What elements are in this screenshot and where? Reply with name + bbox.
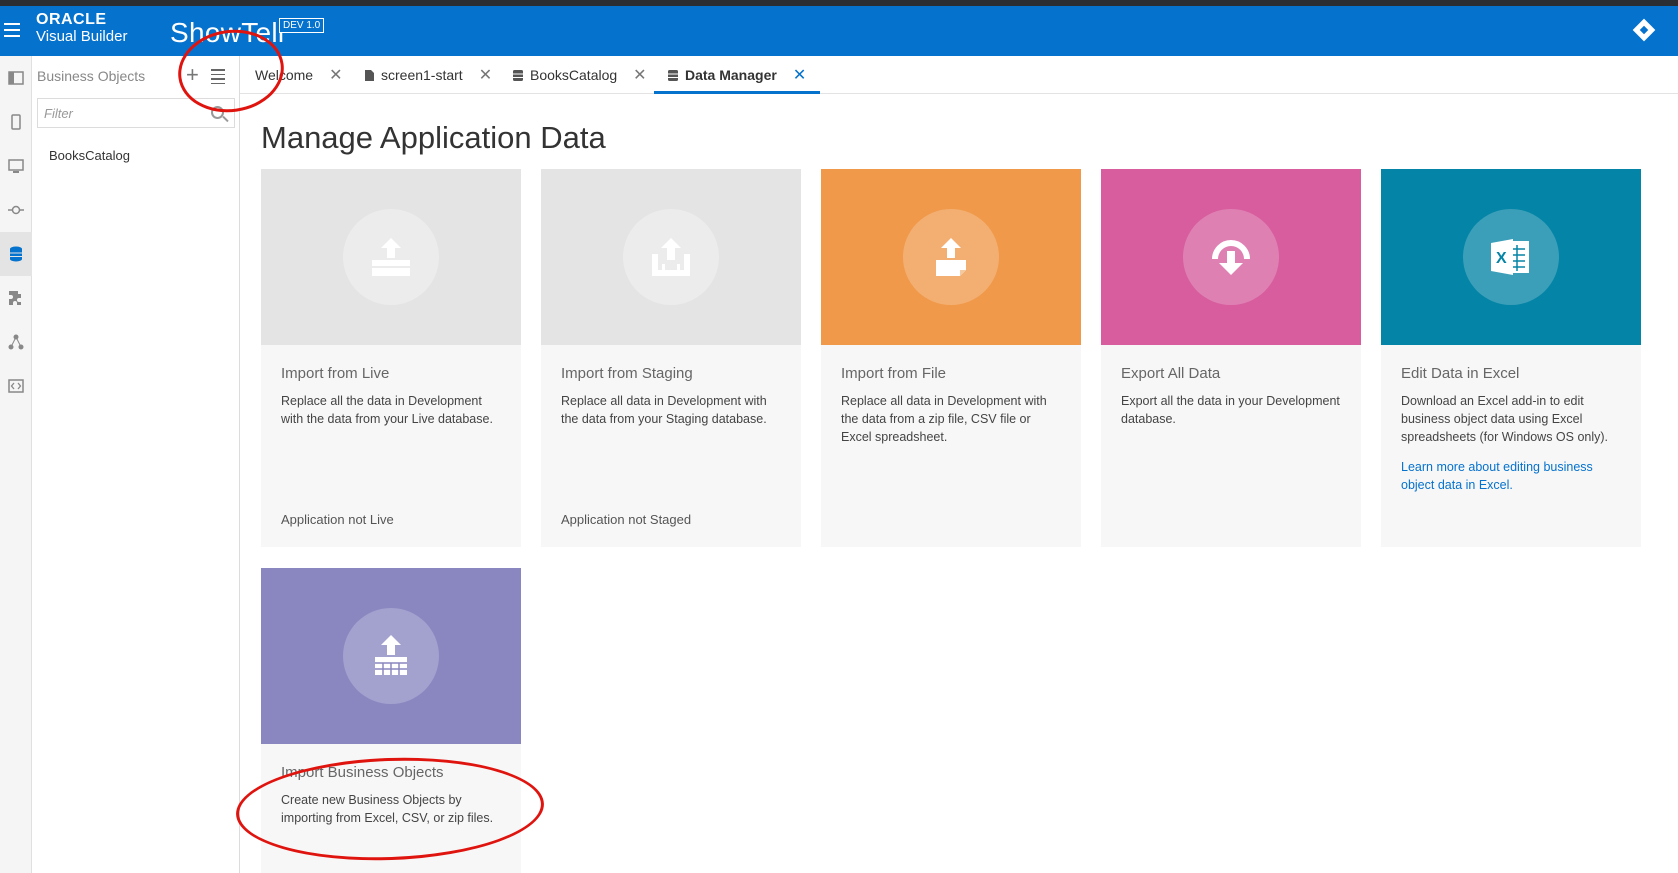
database-icon bbox=[513, 69, 523, 81]
tab-label: Data Manager bbox=[685, 67, 777, 83]
upload-box-icon bbox=[623, 209, 719, 305]
card-import-from-staging[interactable]: Import from Staging Replace all data in … bbox=[541, 169, 801, 547]
tab-screen1-start[interactable]: screen1-start ✕ bbox=[365, 56, 492, 94]
tab-label: Welcome bbox=[255, 67, 314, 83]
nav-processes-icon[interactable] bbox=[0, 320, 32, 364]
excel-icon: X bbox=[1463, 209, 1559, 305]
card-import-business-objects[interactable]: Import Business Objects Create new Busin… bbox=[261, 568, 521, 873]
card-title: Import from Live bbox=[281, 365, 390, 382]
card-banner bbox=[261, 568, 521, 744]
app-header: ORACLE Visual Builder ShowTell DEV 1.0 bbox=[0, 6, 1678, 56]
card-title: Import Business Objects bbox=[281, 764, 444, 781]
nav-web-apps-icon[interactable] bbox=[0, 56, 32, 100]
upload-tray-icon bbox=[343, 209, 439, 305]
nav-services-icon[interactable] bbox=[0, 188, 32, 232]
card-title: Import from Staging bbox=[561, 365, 693, 382]
panel-menu-icon[interactable] bbox=[211, 69, 225, 87]
download-arc-icon bbox=[1183, 209, 1279, 305]
card-description: Export all the data in your Development … bbox=[1121, 394, 1340, 426]
search-icon[interactable] bbox=[211, 106, 224, 119]
card-description: Replace all data in Development with the… bbox=[841, 394, 1047, 444]
tab-label: BooksCatalog bbox=[530, 67, 618, 83]
card-description: Create new Business Objects by importing… bbox=[281, 793, 494, 825]
card-banner: X bbox=[1381, 169, 1641, 345]
learn-more-link[interactable]: Learn more about editing business object… bbox=[1401, 458, 1621, 494]
filter-input[interactable] bbox=[38, 99, 198, 127]
close-icon[interactable]: ✕ bbox=[793, 65, 806, 85]
card-banner bbox=[1101, 169, 1361, 345]
card-export-all-data[interactable]: Export All Data Export all the data in y… bbox=[1101, 169, 1361, 547]
nav-components-icon[interactable] bbox=[0, 276, 32, 320]
close-icon[interactable]: ✕ bbox=[479, 65, 492, 85]
close-icon[interactable]: ✕ bbox=[633, 65, 646, 85]
upload-grid-icon bbox=[343, 608, 439, 704]
card-import-from-live[interactable]: Import from Live Replace all the data in… bbox=[261, 169, 521, 547]
close-icon[interactable]: ✕ bbox=[329, 65, 342, 85]
plus-icon[interactable]: + bbox=[186, 62, 199, 88]
panel-title: Business Objects bbox=[37, 68, 146, 84]
tab-welcome[interactable]: Welcome ✕ bbox=[255, 56, 343, 94]
nav-desktop-icon[interactable] bbox=[0, 144, 32, 188]
filter-box bbox=[37, 98, 235, 128]
brand-line2: Visual Builder bbox=[36, 28, 128, 45]
card-description: Replace all data in Development with the… bbox=[561, 394, 767, 426]
left-navigator-rail bbox=[0, 56, 32, 873]
card-status: Application not Live bbox=[281, 512, 394, 527]
card-title: Export All Data bbox=[1121, 365, 1221, 382]
card-import-from-file[interactable]: Import from File Replace all data in Dev… bbox=[821, 169, 1081, 547]
brand-line1: ORACLE bbox=[36, 11, 107, 28]
database-icon bbox=[668, 69, 678, 81]
version-badge: DEV 1.0 bbox=[279, 18, 325, 33]
app-name[interactable]: ShowTell bbox=[170, 17, 284, 49]
tab-label: screen1-start bbox=[381, 67, 463, 83]
nav-source-icon[interactable] bbox=[0, 364, 32, 408]
hamburger-menu-icon[interactable] bbox=[4, 23, 20, 37]
file-icon bbox=[365, 69, 374, 81]
card-banner bbox=[541, 169, 801, 345]
nav-mobile-icon[interactable] bbox=[0, 100, 32, 144]
nav-business-objects-icon[interactable] bbox=[0, 232, 32, 276]
card-status: Application not Staged bbox=[561, 512, 692, 527]
diamond-icon[interactable] bbox=[1632, 18, 1656, 42]
card-description: Replace all the data in Development with… bbox=[281, 394, 493, 426]
oracle-logo: ORACLE Visual Builder bbox=[36, 11, 128, 45]
card-title: Edit Data in Excel bbox=[1401, 365, 1520, 382]
card-title: Import from File bbox=[841, 365, 947, 382]
business-objects-panel: Business Objects + BooksCatalog bbox=[32, 56, 240, 873]
card-edit-data-in-excel[interactable]: X Edit Data in Excel Download an Excel a… bbox=[1381, 169, 1641, 547]
svg-text:X: X bbox=[1496, 250, 1507, 267]
upload-file-icon bbox=[903, 209, 999, 305]
editor-tab-bar: Welcome ✕ screen1-start ✕ BooksCatalog ✕… bbox=[240, 56, 1678, 94]
tab-data-manager[interactable]: Data Manager ✕ bbox=[653, 56, 821, 94]
card-banner bbox=[261, 169, 521, 345]
page-title: Manage Application Data bbox=[261, 120, 606, 155]
tree-item-bookscatalog[interactable]: BooksCatalog bbox=[49, 148, 130, 163]
tab-bookscatalog[interactable]: BooksCatalog ✕ bbox=[513, 56, 647, 94]
card-banner bbox=[821, 169, 1081, 345]
card-description: Download an Excel add-in to edit busines… bbox=[1401, 394, 1609, 444]
